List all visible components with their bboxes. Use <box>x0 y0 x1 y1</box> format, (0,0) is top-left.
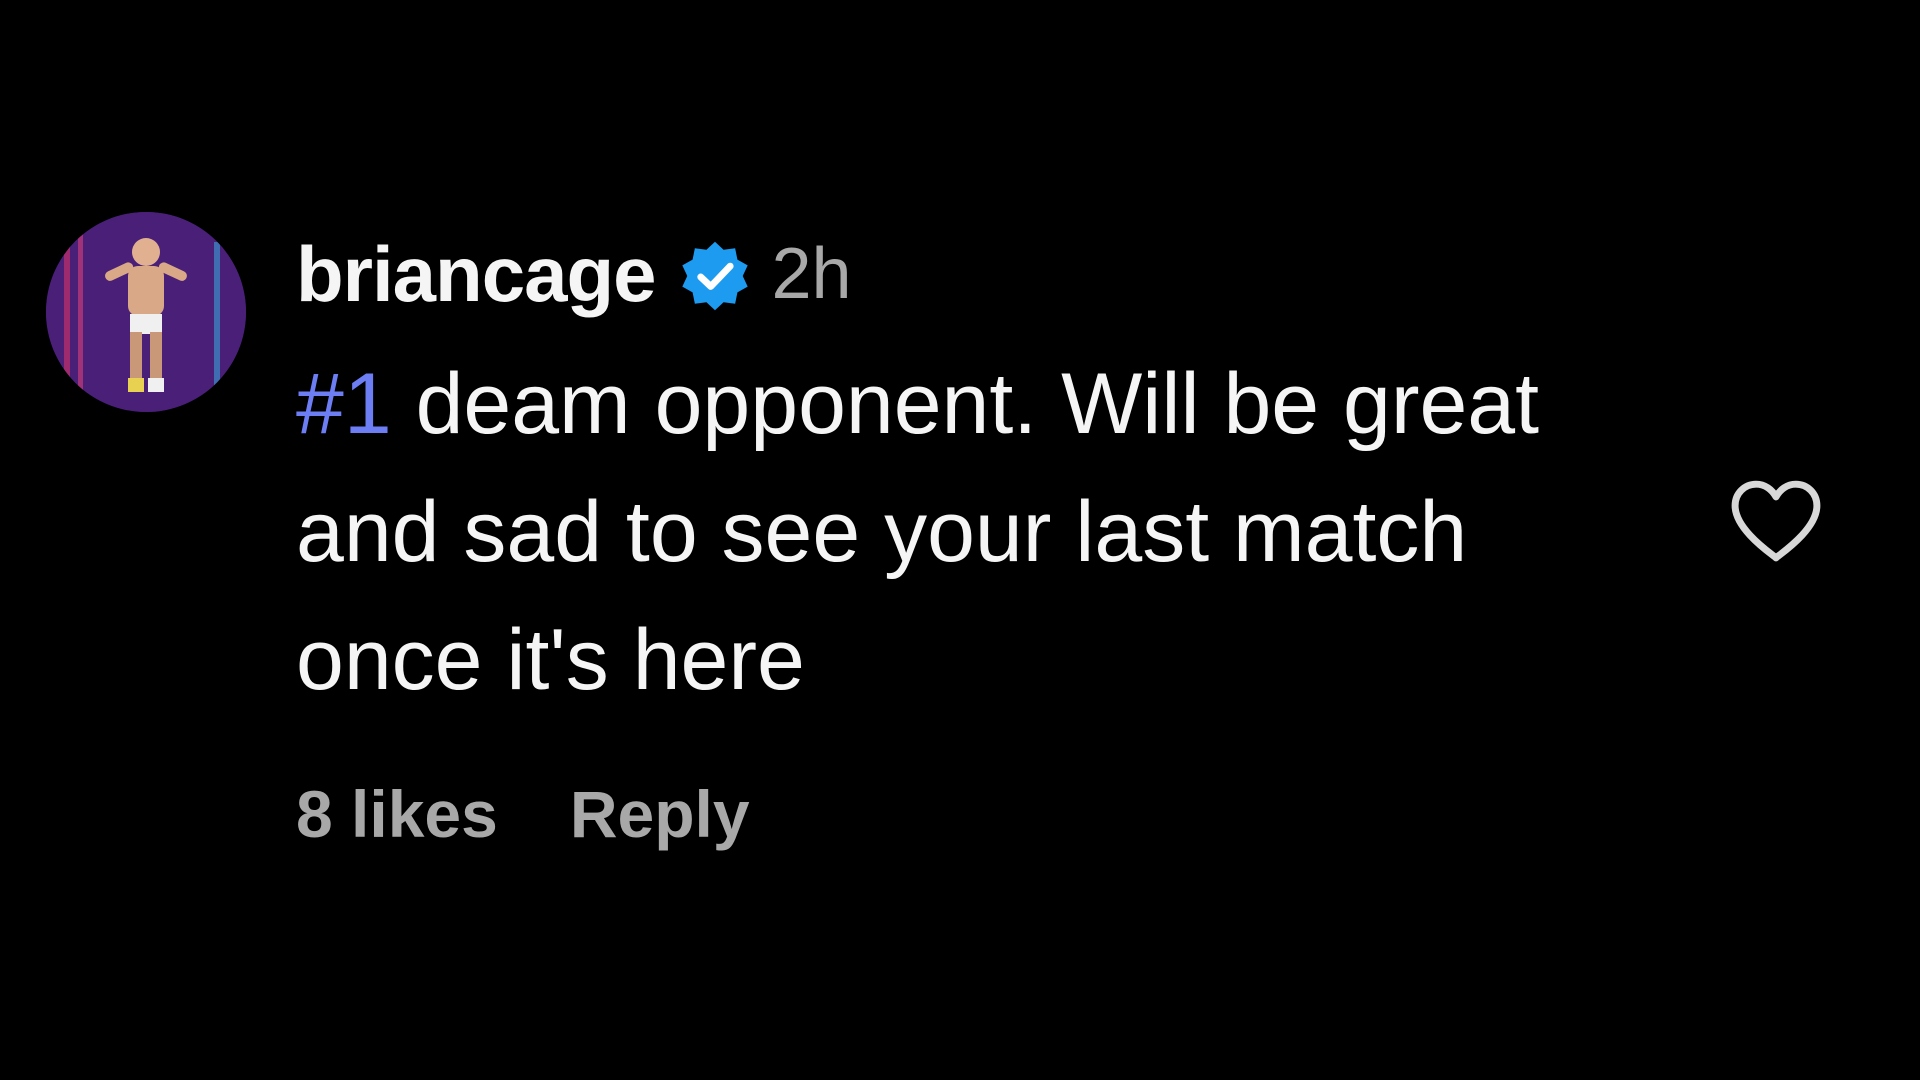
avatar[interactable] <box>46 212 246 412</box>
reply-button[interactable]: Reply <box>570 776 750 852</box>
username[interactable]: briancage <box>296 229 656 320</box>
comment-text-content: deam opponent. Will be great and sad to … <box>296 356 1540 708</box>
avatar-image <box>46 212 246 412</box>
comment-body: briancage 2h #1 deam opponent. Will be g… <box>296 212 1676 852</box>
comment-header: briancage 2h <box>296 224 1676 324</box>
heart-outline-icon[interactable] <box>1726 476 1826 566</box>
comment-text: #1 deam opponent. Will be great and sad … <box>296 340 1666 724</box>
comment-actions: 8 likes Reply <box>296 776 1676 852</box>
likes-count[interactable]: 8 likes <box>296 776 498 852</box>
hashtag-link[interactable]: #1 <box>296 356 392 452</box>
comment: briancage 2h #1 deam opponent. Will be g… <box>46 212 1874 872</box>
timestamp: 2h <box>771 234 852 314</box>
verified-badge-icon <box>677 238 753 314</box>
